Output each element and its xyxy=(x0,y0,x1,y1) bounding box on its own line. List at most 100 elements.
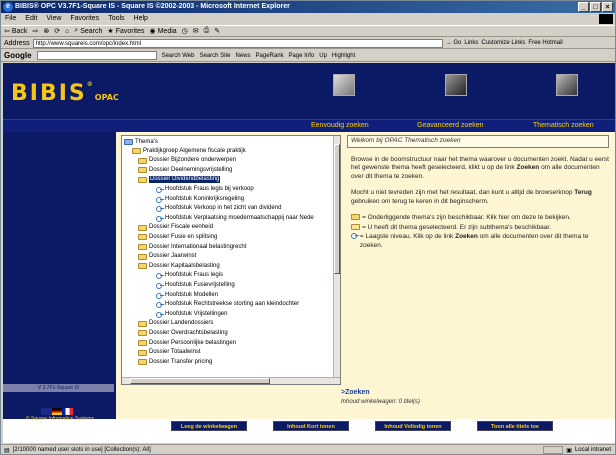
tree-leaf-item[interactable]: Hoofdstuk Koninkrijksregeling xyxy=(156,195,244,203)
mail-button[interactable]: ✉ xyxy=(193,27,199,35)
search-site-button[interactable]: Search Site xyxy=(199,53,230,59)
status-bar: ▤ [2/10000 named user slots in use] [Col… xyxy=(1,444,615,455)
tree-item-label: Dossier Transfer pricing xyxy=(149,358,213,365)
menu-edit[interactable]: Edit xyxy=(25,14,37,24)
folder-icon xyxy=(138,349,147,356)
menu-help[interactable]: Help xyxy=(134,14,148,24)
tree-item-label: Hoofdstuk Fraus legis bij verkoop xyxy=(165,185,254,192)
tree-item-label: Dossier Persoonlijke belastingen xyxy=(149,339,237,346)
tree-leaf-item[interactable]: Hoofdstuk Fraus legis bij verkoop xyxy=(156,185,254,193)
highlight-button[interactable]: Highlight xyxy=(332,53,355,59)
nav-advanced-search[interactable]: Geavanceerd zoeken xyxy=(417,122,484,129)
news-button[interactable]: News xyxy=(236,53,251,59)
german-flag-icon[interactable] xyxy=(51,408,63,415)
advanced-search-image[interactable] xyxy=(445,74,467,96)
nav-strip: Eenvoudig zoeken Geavanceerd zoeken Them… xyxy=(3,119,615,132)
nav-thematic-search[interactable]: Thematisch zoeken xyxy=(533,122,594,129)
french-flag-icon[interactable] xyxy=(62,408,74,415)
title-bar: e BIBIS® OPC V3.7F1-Square IS - Square I… xyxy=(1,1,615,13)
search-web-button[interactable]: Search Web xyxy=(162,53,195,59)
menu-tools[interactable]: Tools xyxy=(108,14,124,24)
forward-button[interactable]: ⇨ xyxy=(32,27,38,35)
tree-item-label: Dossier Landendossiers xyxy=(149,320,214,327)
tree-leaf-item[interactable]: Hoofdstuk Verplaatsing moedermaatschappi… xyxy=(156,214,314,222)
stop-button[interactable]: ⊗ xyxy=(43,27,49,35)
tree-folder-item[interactable]: Dossier Transfer pricing xyxy=(138,358,212,366)
nav-simple-search[interactable]: Eenvoudig zoeken xyxy=(311,122,369,129)
home-button[interactable]: ⌂ xyxy=(65,28,69,35)
menu-file[interactable]: File xyxy=(5,14,16,24)
history-button[interactable]: ◷ xyxy=(182,27,188,35)
refresh-button[interactable]: ⟳ xyxy=(54,27,60,35)
thematic-search-image[interactable] xyxy=(556,74,578,96)
media-icon: ◉ xyxy=(149,28,156,35)
free-hotmail-link[interactable]: Free Hotmail xyxy=(528,40,562,46)
root-icon xyxy=(124,139,133,145)
search-button[interactable]: ⌕ Search xyxy=(74,27,102,35)
tree-folder-item[interactable]: Dossier Totaalwinst xyxy=(138,349,201,357)
company-name: © Square Information Systems xyxy=(25,416,95,422)
show-all-titles-button[interactable]: Toon alle titels toe xyxy=(477,421,553,431)
simple-search-image[interactable] xyxy=(333,74,355,96)
tree-item-label: Dossier Deelnemingsvrijstelling xyxy=(149,166,233,173)
uk-flag-icon[interactable] xyxy=(41,408,52,415)
tree-item-label: Praktijkgroep Algemene fiscale praktijk xyxy=(143,147,246,154)
theme-tree: Thema's Praktijkgroep Algemene fiscale p… xyxy=(121,135,341,385)
tree-horizontal-scrollbar[interactable] xyxy=(122,377,340,384)
tree-folder-item[interactable]: Dossier Fiscale eenheid xyxy=(138,224,213,232)
tree-root[interactable]: Thema's xyxy=(124,138,158,146)
tree-folder-item[interactable]: Dossier Internationaal belastingrecht xyxy=(138,243,246,251)
tree-leaf-item[interactable]: Hoofdstuk Fraus legis xyxy=(156,272,223,280)
google-search-input[interactable] xyxy=(36,51,157,60)
show-full-button[interactable]: Inhoud Volledig tonen xyxy=(375,421,451,431)
menu-favorites[interactable]: Favorites xyxy=(70,14,99,24)
window-title: BIBIS® OPC V3.7F1-Square IS - Square IS … xyxy=(15,3,290,10)
address-label: Address xyxy=(4,39,30,47)
tree-folder-item[interactable]: Dossier Bijzondere onderwerpen xyxy=(138,157,236,165)
print-button[interactable]: ⎙ xyxy=(204,27,210,35)
links-button[interactable]: Links xyxy=(464,40,478,46)
leaf-icon xyxy=(156,302,164,309)
scroll-thumb[interactable] xyxy=(334,144,340,274)
edit-button[interactable]: ✎ xyxy=(214,27,220,35)
zoeken-link[interactable]: >Zoeken xyxy=(341,389,370,396)
empty-cart-button[interactable]: Leeg de winkelwagen xyxy=(171,421,247,431)
status-text: [2/10000 named user slots in use] [Colle… xyxy=(12,447,151,453)
tree-folder-item[interactable]: Dossier Fusie en splitsing xyxy=(138,233,217,241)
tree-item-label: Hoofdstuk Modellen xyxy=(165,291,219,298)
maximize-button[interactable]: □ xyxy=(590,2,601,12)
show-short-button[interactable]: Inhoud Kort tonen xyxy=(273,421,349,431)
tree-folder-item[interactable]: Dossier Deelnemingsvrijstelling xyxy=(138,166,232,174)
customize-links[interactable]: Customize Links xyxy=(481,40,525,46)
media-button[interactable]: ◉ Media xyxy=(149,27,176,36)
tree-folder-item[interactable]: Dossier Kapitaalsbelasting xyxy=(138,262,220,270)
tree-vertical-scrollbar[interactable] xyxy=(333,136,340,377)
page-info-button[interactable]: Page Info xyxy=(289,53,315,59)
language-flags[interactable] xyxy=(41,408,74,415)
tree-folder-item[interactable]: Dossier Dividendbelasting xyxy=(138,176,221,184)
menu-view[interactable]: View xyxy=(46,14,61,24)
url-field[interactable]: http://www.squareis.com/opc/index.html xyxy=(32,38,443,48)
leaf-icon xyxy=(156,282,164,289)
close-button[interactable]: × xyxy=(602,2,613,12)
tree-leaf-item[interactable]: Hoofdstuk Modellen xyxy=(156,291,218,299)
tree-leaf-item[interactable]: Hoofdstuk Vrijstellingen xyxy=(156,310,227,318)
folder-icon xyxy=(138,244,147,250)
tree-folder-item[interactable]: Praktijkgroep Algemene fiscale praktijk xyxy=(132,147,246,155)
scroll-thumb[interactable] xyxy=(130,378,270,384)
tree-leaf-item[interactable]: Hoofdstuk Fusievrijstelling xyxy=(156,281,235,289)
tree-folder-item[interactable]: Dossier Overdrachtsbelasting xyxy=(138,329,228,337)
tree-folder-item[interactable]: Dossier Persoonlijke belastingen xyxy=(138,339,236,347)
favorites-button[interactable]: ★ Favorites xyxy=(107,27,144,36)
tree-leaf-item[interactable]: Hoofdstuk Verkoop in het zicht van divid… xyxy=(156,205,281,213)
folder-icon xyxy=(138,359,147,366)
up-button[interactable]: Up xyxy=(319,53,327,59)
tree-folder-item[interactable]: Dossier Landendossiers xyxy=(138,320,213,328)
tree-item-label: Dossier Dividendbelasting xyxy=(149,176,221,184)
go-button[interactable]: → Go xyxy=(446,40,462,46)
back-button[interactable]: ⇦ Back xyxy=(4,27,27,36)
intranet-icon: ▣ xyxy=(566,447,572,454)
minimize-button[interactable]: _ xyxy=(578,2,589,12)
tree-leaf-item[interactable]: Hoofdstuk Rechtstreekse storting aan kle… xyxy=(156,301,299,309)
tree-folder-item[interactable]: Dossier Jaarwinst xyxy=(138,253,196,261)
